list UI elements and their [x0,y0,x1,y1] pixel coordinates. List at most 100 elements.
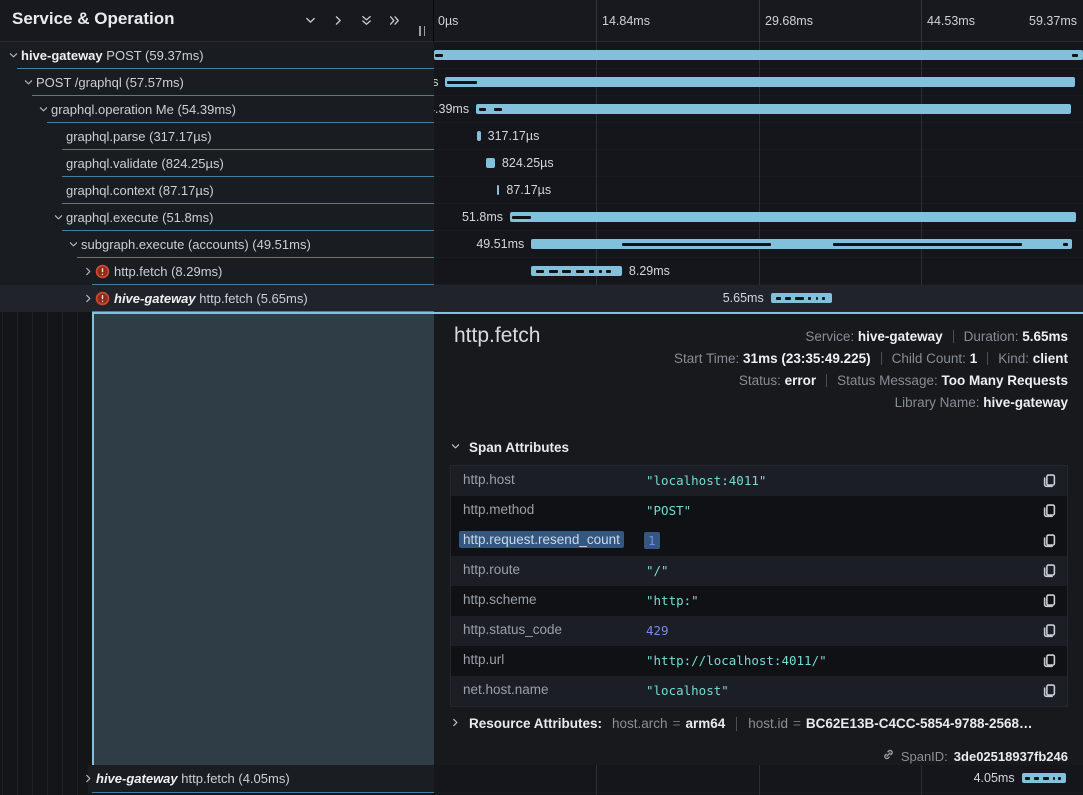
span-tree-row[interactable]: hive-gateway http.fetch (5.65ms) [0,285,434,312]
self-time-mark [435,54,443,57]
timeline-row: 824.25µs [434,150,1083,177]
chevron-down-icon[interactable] [38,104,49,115]
self-time-mark [589,270,594,273]
self-time-mark [1072,54,1078,57]
resource-separator [736,717,737,731]
copy-icon[interactable] [1042,533,1057,548]
equals-sign: = [793,716,801,731]
chevron-right-icon[interactable] [83,293,94,304]
expand-children-icon[interactable] [332,14,345,27]
timeline-row [434,42,1083,69]
span-bar[interactable] [771,293,833,303]
self-time-mark [536,270,544,273]
timeline-tick-label: 29.68ms [765,0,813,42]
span-detail-panel: http.fetch Service: hive-gatewayDuration… [434,312,1083,765]
span-bar[interactable] [477,131,480,141]
timeline-tick-label: 0µs [438,0,458,42]
span-bar[interactable] [476,104,1071,114]
span-attributes-table: http.host"localhost:4011"http.method"POS… [450,465,1068,707]
self-time-mark [816,297,819,300]
metadata-separator [987,352,988,365]
metadata-line: Service: hive-gatewayDuration: 5.65ms [674,326,1068,348]
span-bar[interactable] [510,212,1076,222]
expand-all-icon[interactable] [388,14,401,27]
chevron-right-icon [450,716,469,731]
span-row-label: hive-gateway POST (59.37ms) [21,48,204,63]
span-attributes-section-toggle[interactable]: Span Attributes [450,440,569,455]
metadata-separator [826,374,827,387]
span-bar[interactable] [445,77,1074,87]
copy-icon[interactable] [1042,683,1057,698]
timeline-row: 87.17µs [434,177,1083,204]
panel-resize-handle[interactable] [417,24,427,38]
span-bar[interactable] [531,266,622,276]
span-row-label: POST /graphql (57.57ms) [36,75,184,90]
span-id-row: SpanID: 3de02518937fb246 [882,748,1068,764]
attribute-row: http.method"POST" [451,496,1067,526]
span-tree-row[interactable]: graphql.operation Me (54.39ms) [0,96,434,123]
chevron-right-icon[interactable] [83,266,94,277]
span-tree-row[interactable]: subgraph.execute (accounts) (49.51ms) [0,231,434,258]
attribute-value: "POST" [646,503,691,518]
span-row-label: hive-gateway http.fetch (5.65ms) [114,291,308,306]
copy-icon[interactable] [1042,503,1057,518]
copy-icon[interactable] [1042,563,1057,578]
metadata-label: Status Message: [837,373,941,388]
metadata-line: Library Name: hive-gateway [674,392,1068,414]
span-duration-label: 824.25µs [502,156,554,170]
span-duration-label: 5.65ms [723,291,764,305]
resource-attributes-toggle[interactable]: Resource Attributes:host.arch=arm64host.… [450,716,1033,731]
self-time-mark [606,270,611,273]
attribute-row: http.route"/" [451,556,1067,586]
span-tree-row[interactable]: POST /graphql (57.57ms) [0,69,434,96]
chevron-down-icon[interactable] [68,239,79,250]
span-tree-row[interactable]: graphql.validate (824.25µs) [0,150,434,177]
self-time-mark [1053,777,1056,780]
span-bar[interactable] [486,158,495,168]
metadata-label: Status: [739,373,785,388]
self-time-mark [512,216,531,219]
metadata-label: Service: [805,329,858,344]
copy-icon[interactable] [1042,623,1057,638]
span-tree-panel: hive-gateway POST (59.37ms) POST /graphql… [0,0,434,795]
chevron-down-icon[interactable] [53,212,64,223]
self-time-mark [833,243,1022,246]
attribute-key: http.status_code [463,622,562,637]
span-bar[interactable] [1022,773,1066,783]
span-bar[interactable] [531,239,1072,249]
resource-attributes-title: Resource Attributes: [469,716,602,731]
chevron-right-icon[interactable] [83,773,94,784]
copy-icon[interactable] [1042,593,1057,608]
attribute-row: http.url"http://localhost:4011/" [451,646,1067,676]
self-time-mark [576,270,584,273]
metadata-label: Library Name: [895,395,984,410]
span-bar[interactable] [434,50,1083,60]
chevron-down-icon[interactable] [8,50,19,61]
span-tree-row[interactable]: hive-gateway http.fetch (4.05ms) [0,765,434,793]
span-tree-row[interactable]: graphql.parse (317.17µs) [0,123,434,150]
span-row-label: graphql.context (87.17µs) [66,183,214,198]
span-tree-row[interactable]: http.fetch (8.29ms) [0,258,434,285]
resource-value: BC62E13B-C4CC-5854-9788-2568… [806,716,1033,731]
copy-icon[interactable] [1042,653,1057,668]
collapse-all-icon[interactable] [360,14,373,27]
metadata-label: Duration: [964,329,1023,344]
collapse-children-icon[interactable] [304,14,317,27]
metadata-value: client [1033,351,1068,366]
metadata-value: 5.65ms [1022,329,1068,344]
span-duration-label: 57.57ms [434,75,438,89]
attribute-row: http.host"localhost:4011" [451,466,1067,496]
metadata-value: 1 [970,351,978,366]
span-bar[interactable] [497,185,499,195]
chevron-down-icon[interactable] [23,77,34,88]
span-tree-row[interactable]: hive-gateway POST (59.37ms) [0,42,434,69]
span-row-label: http.fetch (8.29ms) [114,264,222,279]
self-time-mark [822,297,826,300]
link-icon[interactable] [882,748,895,764]
self-time-mark [549,270,557,273]
attribute-value: "localhost" [646,683,729,698]
copy-icon[interactable] [1042,473,1057,488]
timeline-row: 4.05ms [434,765,1083,793]
span-tree-row[interactable]: graphql.context (87.17µs) [0,177,434,204]
span-tree-row[interactable]: graphql.execute (51.8ms) [0,204,434,231]
